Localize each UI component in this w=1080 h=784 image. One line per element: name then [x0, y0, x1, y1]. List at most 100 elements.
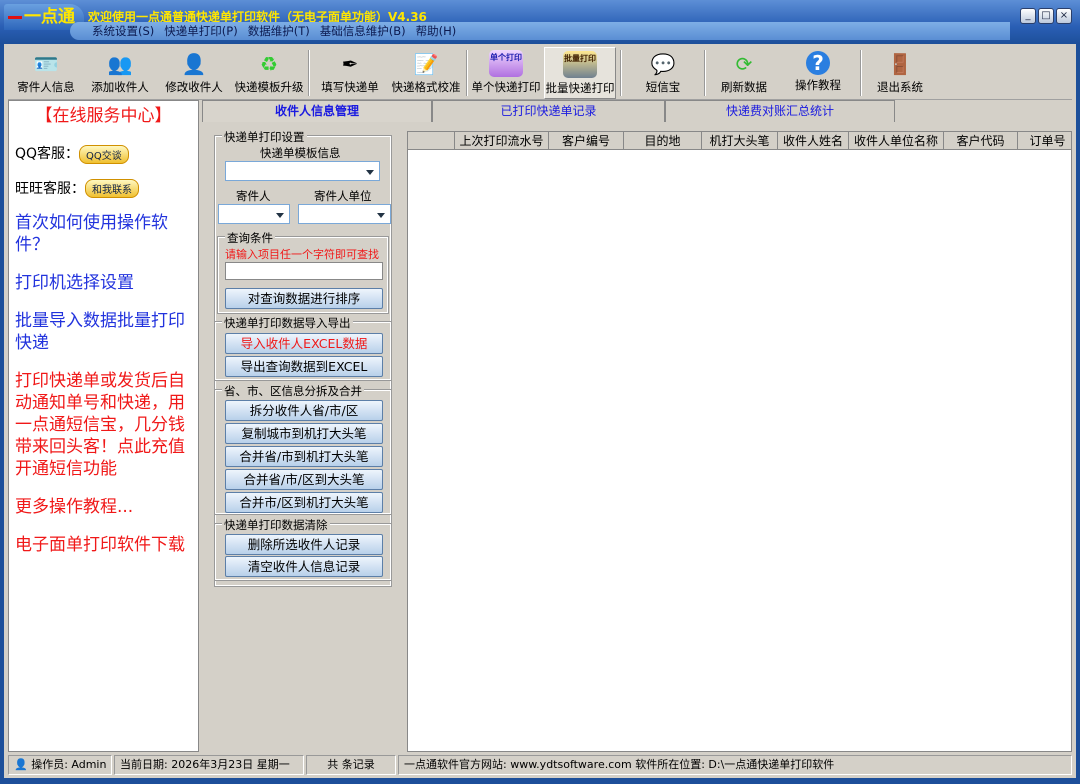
menu-print[interactable]: 快递单打印(P): [164, 22, 237, 40]
column-header-recipient-name[interactable]: 收件人姓名: [778, 132, 849, 149]
status-website: 一点通软件官方网站: www.ydtsoftware.com 软件所在位置: D…: [398, 755, 1072, 775]
edit-recipient-button[interactable]: 👤 修改收件人: [158, 47, 230, 99]
status-bar: 👤 操作员: Admin 当前日期: 2026年3月23日 星期一 共 条记录 …: [8, 755, 1072, 775]
printer-icon: 单个打印: [489, 50, 523, 77]
tab-fee-statistics[interactable]: 快递费对账汇总统计: [665, 100, 895, 122]
menu-data-maintenance[interactable]: 数据维护(T): [248, 22, 310, 40]
export-excel-button[interactable]: 导出查询数据到EXCEL: [225, 356, 383, 377]
status-record-count: 共 条记录: [306, 755, 396, 775]
column-header-destination[interactable]: 目的地: [624, 132, 702, 149]
status-operator: 👤 操作员: Admin: [8, 755, 112, 775]
column-header-customer-no[interactable]: 客户编号: [549, 132, 624, 149]
column-header-selector[interactable]: [408, 132, 455, 149]
button-label: 单个快递打印: [471, 80, 541, 94]
group-title: 快递单打印设置: [222, 129, 307, 145]
merge-province-city-district-button[interactable]: 合并省/市/区到大头笔: [225, 469, 383, 490]
button-label: 短信宝: [645, 80, 681, 94]
query-input[interactable]: [225, 262, 383, 280]
template-upgrade-button[interactable]: ♻ 快递模板升级: [232, 47, 306, 99]
template-label: 快递单模板信息: [260, 146, 341, 160]
toolbar-separator: [860, 50, 862, 96]
template-select[interactable]: [225, 161, 380, 181]
format-calibrate-button[interactable]: 📝 快递格式校准: [388, 47, 464, 99]
import-excel-button[interactable]: 导入收件人EXCEL数据: [225, 333, 383, 354]
close-button[interactable]: ×: [1056, 8, 1072, 24]
column-header-last-serial[interactable]: 上次打印流水号: [455, 132, 549, 149]
user-icon: 👤: [14, 758, 28, 771]
button-label: 寄件人信息: [17, 80, 75, 94]
fill-waybill-button[interactable]: ✒ 填写快递单: [314, 47, 386, 99]
column-header-order-no[interactable]: 订单号: [1018, 132, 1071, 149]
menu-system-settings[interactable]: 系统设置(S): [92, 22, 154, 40]
document-edit-icon: 📝: [413, 52, 439, 76]
title-bar: 一点通 欢迎使用一点通普通快递单打印软件（无电子面单功能）V4.36 系统设置(…: [0, 0, 1080, 44]
button-label: 快递格式校准: [391, 80, 461, 94]
wangwang-contact-button[interactable]: 和我联系: [85, 179, 139, 198]
toolbar-separator: [308, 50, 310, 96]
button-label: 填写快递单: [321, 80, 379, 94]
add-recipient-button[interactable]: 👥 添加收件人: [84, 47, 156, 99]
toolbar-separator: [620, 50, 622, 96]
link-download-eorder[interactable]: 电子面单打印软件下载: [15, 534, 192, 556]
split-merge-group: 省、市、区信息分拆及合并 拆分收件人省/市/区 复制城市到机打大头笔 合并省/市…: [214, 383, 392, 515]
edit-user-icon: 👤: [181, 52, 207, 76]
import-export-group: 快递单打印数据导入导出 导入收件人EXCEL数据 导出查询数据到EXCEL: [214, 315, 392, 381]
toolbar: 🪪 寄件人信息 👥 添加收件人 👤 修改收件人 ♻ 快递模板升级 ✒ 填写快递单 📝 快递格…: [8, 46, 1072, 100]
qq-chat-button[interactable]: QQ交谈: [79, 144, 129, 164]
button-label: 退出系统: [877, 80, 923, 94]
sms-button[interactable]: 💬 短信宝: [628, 47, 698, 99]
link-batch-import[interactable]: 批量导入数据批量打印快递: [15, 310, 192, 354]
group-title: 快递单打印数据清除: [222, 517, 330, 533]
merge-city-district-button[interactable]: 合并市/区到机打大头笔: [225, 492, 383, 513]
qq-label: QQ客服：: [15, 146, 80, 162]
link-sms-recharge[interactable]: 打印快递单或发货后自动通知单号和快递，用一点通短信宝，几分钱带来回头客！点此充值…: [15, 370, 192, 480]
merge-province-city-button[interactable]: 合并省/市到机打大头笔: [225, 446, 383, 467]
service-panel: 【在线服务中心】 QQ客服： QQ交谈 旺旺客服： 和我联系 首次如何使用操作软件？…: [8, 100, 199, 752]
tab-recipient-management[interactable]: 收件人信息管理: [202, 100, 432, 122]
single-print-button[interactable]: 单个打印单个快递打印: [470, 47, 542, 99]
exit-door-icon: 🚪: [887, 52, 913, 76]
sender-info-button[interactable]: 🪪 寄件人信息: [10, 47, 82, 99]
minimize-button[interactable]: _: [1020, 8, 1036, 24]
refresh-button[interactable]: ⟳ 刷新数据: [708, 47, 780, 99]
menu-help[interactable]: 帮助(H): [416, 22, 457, 40]
group-title: 快递单打印数据导入导出: [222, 315, 353, 331]
group-title: 查询条件: [225, 230, 275, 246]
delete-selected-button[interactable]: 删除所选收件人记录: [225, 534, 383, 555]
grid-header: 上次打印流水号 客户编号 目的地 机打大头笔 收件人姓名 收件人单位名称 客户代…: [408, 132, 1071, 150]
link-more-tutorials[interactable]: 更多操作教程...: [15, 496, 192, 518]
refresh-icon: ⟳: [735, 52, 753, 76]
copy-city-button[interactable]: 复制城市到机打大头笔: [225, 423, 383, 444]
link-first-use[interactable]: 首次如何使用操作软件？: [15, 212, 192, 256]
button-label: 修改收件人: [165, 80, 223, 94]
button-label: 添加收件人: [91, 80, 149, 94]
sort-button[interactable]: 对查询数据进行排序: [225, 288, 383, 309]
tutorial-button[interactable]: ? 操作教程: [782, 47, 854, 99]
menu-basic-info[interactable]: 基础信息维护(B): [320, 22, 406, 40]
button-label: 操作教程: [795, 78, 841, 92]
batch-print-button[interactable]: 批量打印 批量快递打印: [544, 47, 616, 99]
clear-all-button[interactable]: 清空收件人信息记录: [225, 556, 383, 577]
menu-bar: 系统设置(S) 快递单打印(P) 数据维护(T) 基础信息维护(B) 帮助(H): [70, 22, 1010, 40]
column-header-routing-code[interactable]: 机打大头笔: [702, 132, 778, 149]
split-province-button[interactable]: 拆分收件人省/市/区: [225, 400, 383, 421]
service-title: 【在线服务中心】: [35, 106, 172, 126]
sender-select[interactable]: [218, 204, 290, 224]
sender-label: 寄件人: [236, 189, 271, 203]
column-header-recipient-company[interactable]: 收件人单位名称: [849, 132, 944, 149]
sender-unit-select[interactable]: [298, 204, 391, 224]
operator-text: 操作员: Admin: [31, 758, 107, 771]
exit-button[interactable]: 🚪 退出系统: [864, 47, 936, 99]
tab-printed-records[interactable]: 已打印快递单记录: [432, 100, 665, 122]
maximize-button[interactable]: □: [1038, 8, 1054, 24]
sms-icon: 💬: [650, 52, 676, 76]
recycle-icon: ♻: [260, 52, 278, 76]
recipient-grid[interactable]: 上次打印流水号 客户编号 目的地 机打大头笔 收件人姓名 收件人单位名称 客户代…: [407, 131, 1072, 752]
add-users-icon: 👥: [107, 52, 133, 76]
group-title: 省、市、区信息分拆及合并: [222, 383, 364, 399]
control-panel: 快递单打印设置 快递单模板信息 寄件人 寄件人单位 查询条件 请输入项目任一个字…: [210, 128, 400, 750]
batch-printer-icon: 批量打印: [563, 51, 597, 78]
sender-card-icon: 🪪: [33, 52, 59, 76]
column-header-customer-code[interactable]: 客户代码: [944, 132, 1018, 149]
link-printer-setup[interactable]: 打印机选择设置: [15, 272, 192, 294]
